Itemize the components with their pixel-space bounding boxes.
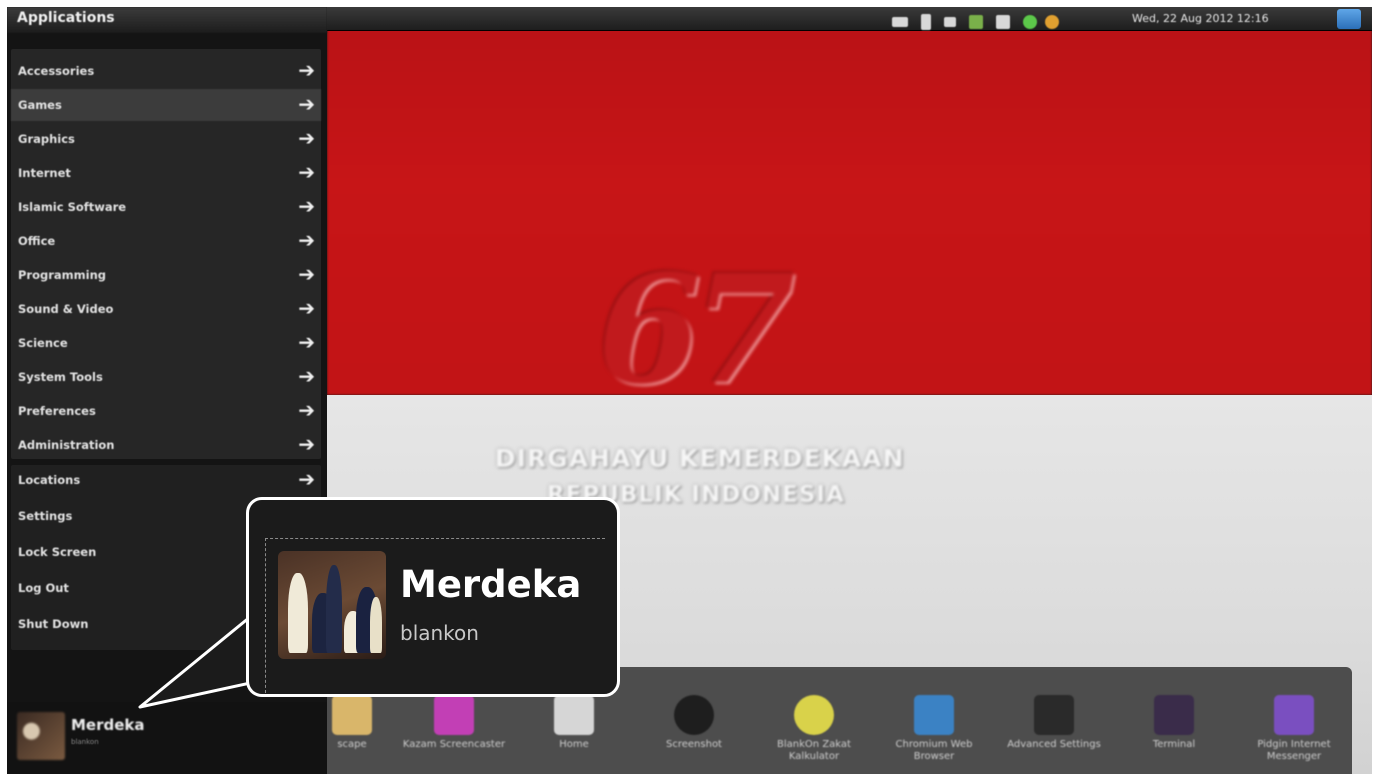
user-callout: Merdeka blankon: [246, 497, 620, 697]
chat-status-icon[interactable]: [1023, 14, 1038, 29]
menu-item-label: System Tools: [18, 370, 103, 384]
keyboard-icon[interactable]: [892, 16, 908, 27]
menu-item-islamic-software[interactable]: Islamic Software ➔: [11, 191, 321, 223]
desktop-screen: 67 DIRGAHAYU KEMERDEKAAN REPUBLIK INDONE…: [7, 7, 1372, 774]
menu-item-label: Settings: [18, 509, 73, 523]
menu-item-sound-video[interactable]: Sound & Video ➔: [11, 293, 321, 325]
callout-user-name: Merdeka: [400, 563, 582, 606]
arrow-right-icon: ➔: [298, 228, 315, 252]
menu-item-internet[interactable]: Internet ➔: [11, 157, 321, 189]
screenshot-icon: [674, 695, 714, 735]
dock-item-label: Kazam Screencaster: [402, 739, 506, 750]
arrow-right-icon: ➔: [298, 194, 315, 218]
dock-item[interactable]: Screenshot: [639, 695, 749, 751]
anniversary-number: 67: [597, 242, 796, 418]
white-bishop-piece: [370, 597, 382, 653]
menu-item-preferences[interactable]: Preferences ➔: [11, 395, 321, 427]
terminal-icon: [1154, 695, 1194, 735]
clock[interactable]: Wed, 22 Aug 2012 12:16: [1132, 12, 1269, 25]
dock-item-label: Screenshot: [666, 739, 722, 750]
menu-item-locations[interactable]: Locations ➔: [11, 464, 321, 496]
menu-item-label: Lock Screen: [18, 545, 97, 559]
dock-item-label: BlankOn Zakat Kalkulator: [777, 739, 851, 762]
arrow-right-icon: ➔: [298, 330, 315, 354]
dock-item-label: Terminal: [1152, 739, 1196, 750]
dock-item-label: scape: [337, 739, 367, 750]
chess-avatar-icon: [278, 551, 386, 659]
menu-item-label: Accessories: [18, 64, 95, 78]
dock-item[interactable]: Pidgin Internet Messenger: [1239, 695, 1349, 763]
menu-item-label: Games: [18, 98, 62, 112]
arrow-right-icon: ➔: [298, 432, 315, 456]
volume-icon[interactable]: [996, 14, 1011, 29]
flag-red-band: [327, 7, 1372, 395]
pidgin-icon: [1274, 695, 1314, 735]
dock-item-label: Home: [559, 739, 589, 750]
menu-item-science[interactable]: Science ➔: [11, 327, 321, 359]
menu-item-accessories[interactable]: Accessories ➔: [11, 55, 321, 87]
arrow-right-icon: ➔: [298, 262, 315, 286]
arrow-right-icon: ➔: [298, 467, 315, 491]
user-name: Merdeka: [71, 716, 145, 734]
menu-item-system-tools[interactable]: System Tools ➔: [11, 361, 321, 393]
dock-item[interactable]: BlankOn Zakat Kalkulator: [759, 695, 869, 763]
menu-item-label: Preferences: [18, 404, 96, 418]
menu-item-label: Graphics: [18, 132, 75, 146]
signal-icon[interactable]: [944, 16, 957, 27]
dock-item[interactable]: Terminal: [1119, 695, 1229, 751]
network-icon[interactable]: [969, 14, 984, 29]
menu-item-games[interactable]: Games ➔: [11, 89, 321, 121]
arrow-right-icon: ➔: [298, 160, 315, 184]
menu-item-label: Programming: [18, 268, 106, 282]
dock-item[interactable]: scape: [297, 695, 407, 751]
inkscape-icon: [332, 695, 372, 735]
dock-item[interactable]: Advanced Settings: [999, 695, 1109, 751]
dock-item-label: Chromium Web Browser: [895, 739, 973, 762]
arrow-right-icon: ➔: [298, 296, 315, 320]
system-menu-button[interactable]: [1337, 9, 1361, 29]
system-tray: [892, 11, 1067, 30]
callout-user-subtitle: blankon: [400, 621, 479, 645]
menu-item-administration[interactable]: Administration ➔: [11, 429, 321, 461]
menu-item-label: Internet: [18, 166, 71, 180]
dock-item[interactable]: Home: [519, 695, 629, 751]
menu-item-label: Log Out: [18, 581, 69, 595]
menu-item-office[interactable]: Office ➔: [11, 225, 321, 257]
arrow-right-icon: ➔: [298, 58, 315, 82]
user-area[interactable]: Merdeka blankon: [7, 702, 327, 774]
kazam-icon: [434, 695, 474, 735]
dock-item[interactable]: Kazam Screencaster: [399, 695, 509, 751]
dock-item-label: Pidgin Internet Messenger: [1257, 739, 1331, 762]
menu-item-label: Shut Down: [18, 617, 89, 631]
arrow-right-icon: ➔: [298, 92, 315, 116]
menu-item-graphics[interactable]: Graphics ➔: [11, 123, 321, 155]
messaging-icon[interactable]: [1044, 14, 1059, 29]
chromium-icon: [914, 695, 954, 735]
arrow-right-icon: ➔: [298, 398, 315, 422]
dock-item[interactable]: Chromium Web Browser: [879, 695, 989, 763]
menu-item-label: Administration: [18, 438, 115, 452]
menu-title[interactable]: Applications: [7, 7, 327, 33]
home-folder-icon: [554, 695, 594, 735]
anniversary-title: DIRGAHAYU KEMERDEKAAN: [495, 444, 905, 473]
menu-item-programming[interactable]: Programming ➔: [11, 259, 321, 291]
arrow-right-icon: ➔: [298, 364, 315, 388]
menu-item-label: Islamic Software: [18, 200, 127, 214]
menu-item-label: Science: [18, 336, 68, 350]
black-king-piece: [326, 565, 342, 653]
menu-item-label: Sound & Video: [18, 302, 114, 316]
user-subtitle: blankon: [71, 738, 99, 746]
menu-item-label: Office: [18, 234, 56, 248]
user-avatar[interactable]: [17, 712, 65, 760]
zakat-calculator-icon: [794, 695, 834, 735]
white-king-piece: [288, 573, 308, 653]
arrow-right-icon: ➔: [298, 126, 315, 150]
dock-item-label: Advanced Settings: [1007, 739, 1101, 750]
battery-icon[interactable]: [921, 13, 932, 30]
menu-item-label: Locations: [18, 473, 81, 487]
callout-content: Merdeka blankon: [265, 538, 605, 693]
settings-gear-icon: [1034, 695, 1074, 735]
